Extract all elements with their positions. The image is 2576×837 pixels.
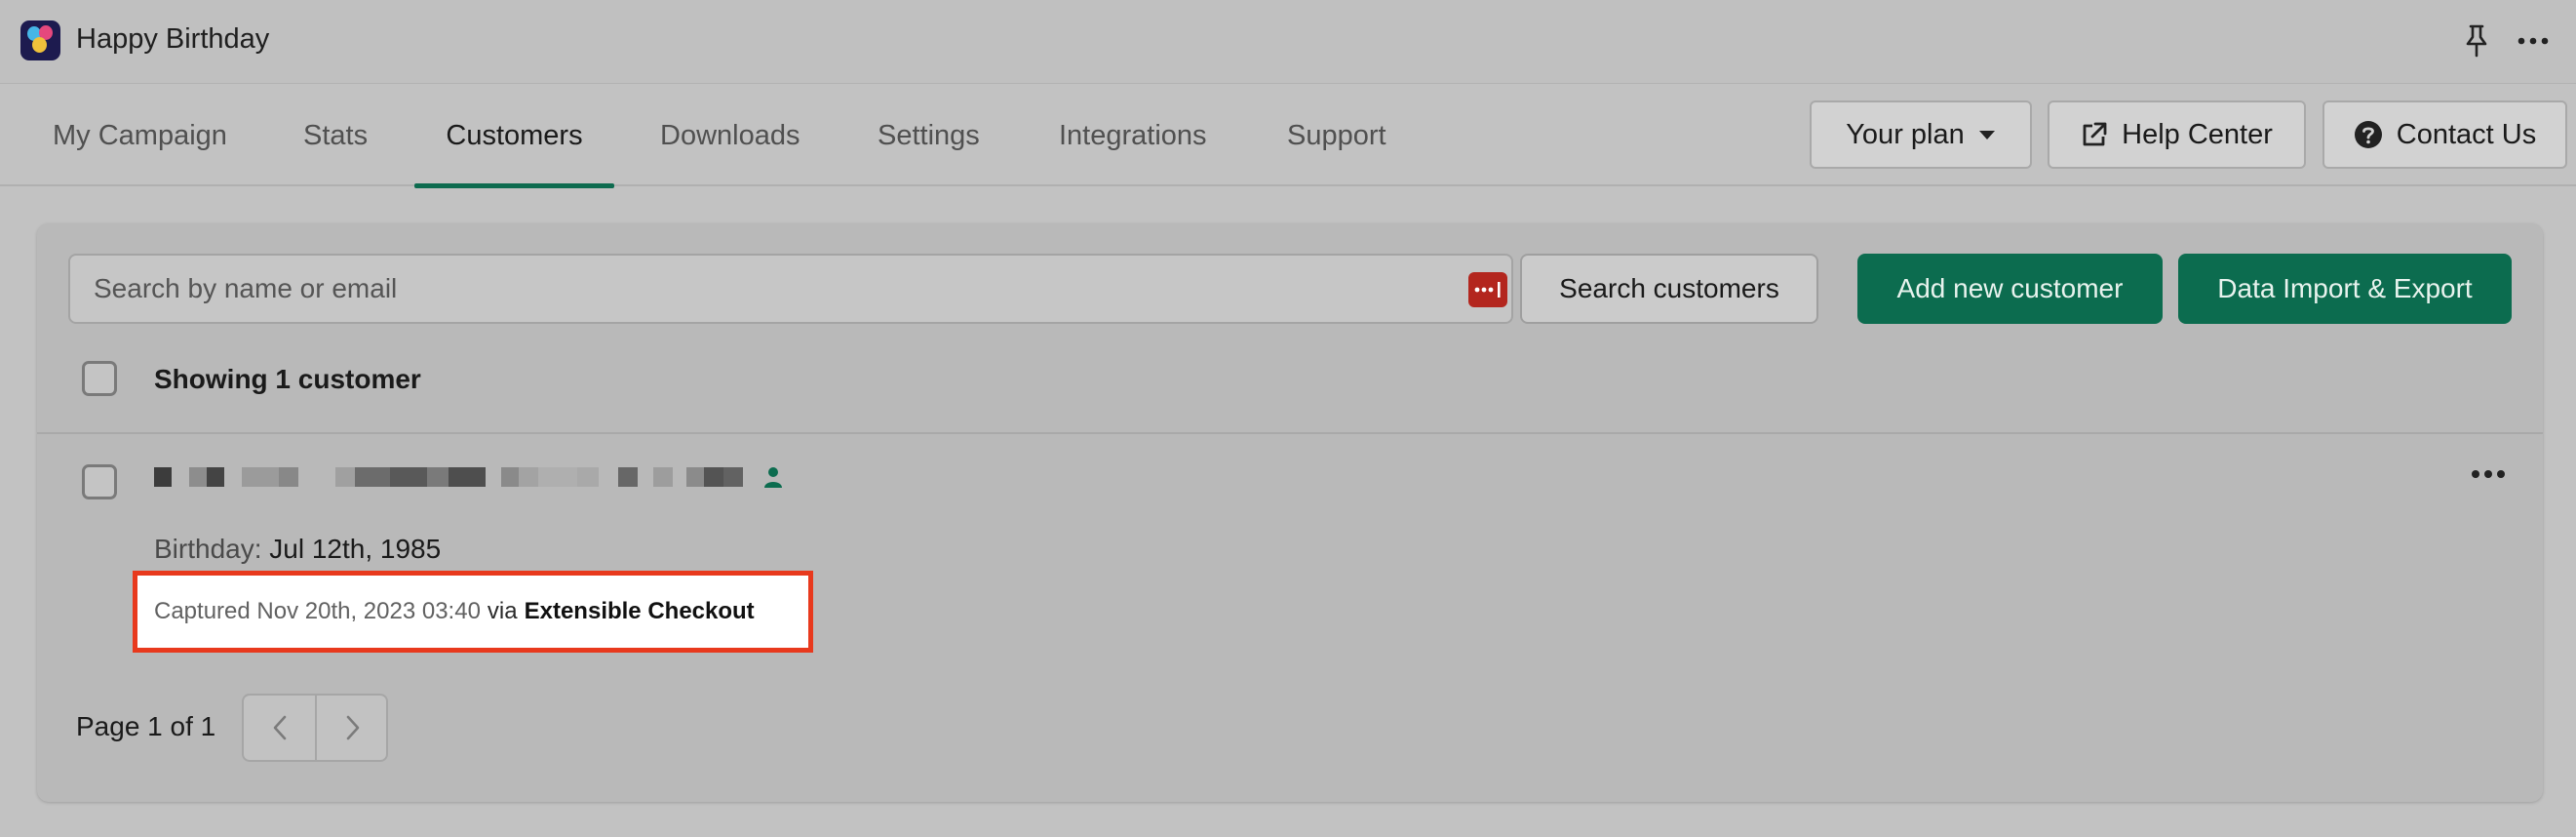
chevron-right-icon [346,715,360,740]
tab-integrations[interactable]: Integrations [1059,85,1207,186]
tab-my-campaign[interactable]: My Campaign [53,85,227,186]
tabs-bar: My Campaign Stats Customers Downloads Se… [0,85,2576,188]
pin-icon[interactable] [2463,23,2490,59]
more-horizontal-icon[interactable] [2516,25,2551,57]
chevron-left-icon [273,715,287,740]
tab-downloads[interactable]: Downloads [660,85,800,186]
person-icon [764,467,782,488]
customer-actions-icon[interactable] [2469,463,2508,485]
password-manager-icon[interactable] [1468,272,1507,307]
next-page-button[interactable] [317,696,386,760]
your-plan-button[interactable]: Your plan [1810,100,2032,169]
showing-count: Showing 1 customer [154,364,421,394]
birthday-value: Jul 12th, 1985 [269,534,442,564]
help-center-button[interactable]: Help Center [2048,100,2306,169]
caret-down-icon [1978,131,1995,140]
your-plan-label: Your plan [1846,118,1965,150]
tab-settings[interactable]: Settings [878,85,980,186]
contact-us-button[interactable]: Contact Us [2322,100,2567,169]
birthday-line: Birthday: Jul 12th, 1985 [154,534,441,565]
tab-support[interactable]: Support [1287,85,1386,186]
help-center-label: Help Center [2122,118,2273,150]
search-customers-button[interactable]: Search customers [1520,254,1818,324]
tab-customers[interactable]: Customers [414,85,614,188]
add-new-customer-button[interactable]: Add new customer [1857,254,2163,324]
capture-info-highlight: Captured Nov 20th, 2023 03:40 via Extens… [133,571,813,653]
question-circle-icon [2354,121,2382,148]
app-title: Happy Birthday [76,23,270,55]
customers-card: Search customers Add new customer Data I… [37,223,2543,802]
title-bar: Happy Birthday [0,0,2576,84]
previous-page-button[interactable] [244,696,316,760]
app-logo-icon [20,20,60,60]
search-box [68,254,1513,324]
captured-via: via [487,598,518,624]
search-input[interactable] [70,256,1511,322]
captured-timestamp: Captured Nov 20th, 2023 03:40 [154,598,481,624]
captured-source: Extensible Checkout [524,598,755,624]
redacted-customer-name[interactable] [154,467,837,489]
customer-row-checkbox[interactable] [82,464,117,499]
divider [37,432,2543,434]
external-link-icon [2083,122,2107,146]
contact-us-label: Contact Us [2396,118,2537,150]
birthday-label: Birthday: [154,534,262,564]
select-all-checkbox[interactable] [82,361,117,396]
data-import-export-button[interactable]: Data Import & Export [2178,254,2512,324]
tab-stats[interactable]: Stats [303,85,368,186]
pagination-controls [242,694,388,762]
page-indicator: Page 1 of 1 [76,711,216,741]
